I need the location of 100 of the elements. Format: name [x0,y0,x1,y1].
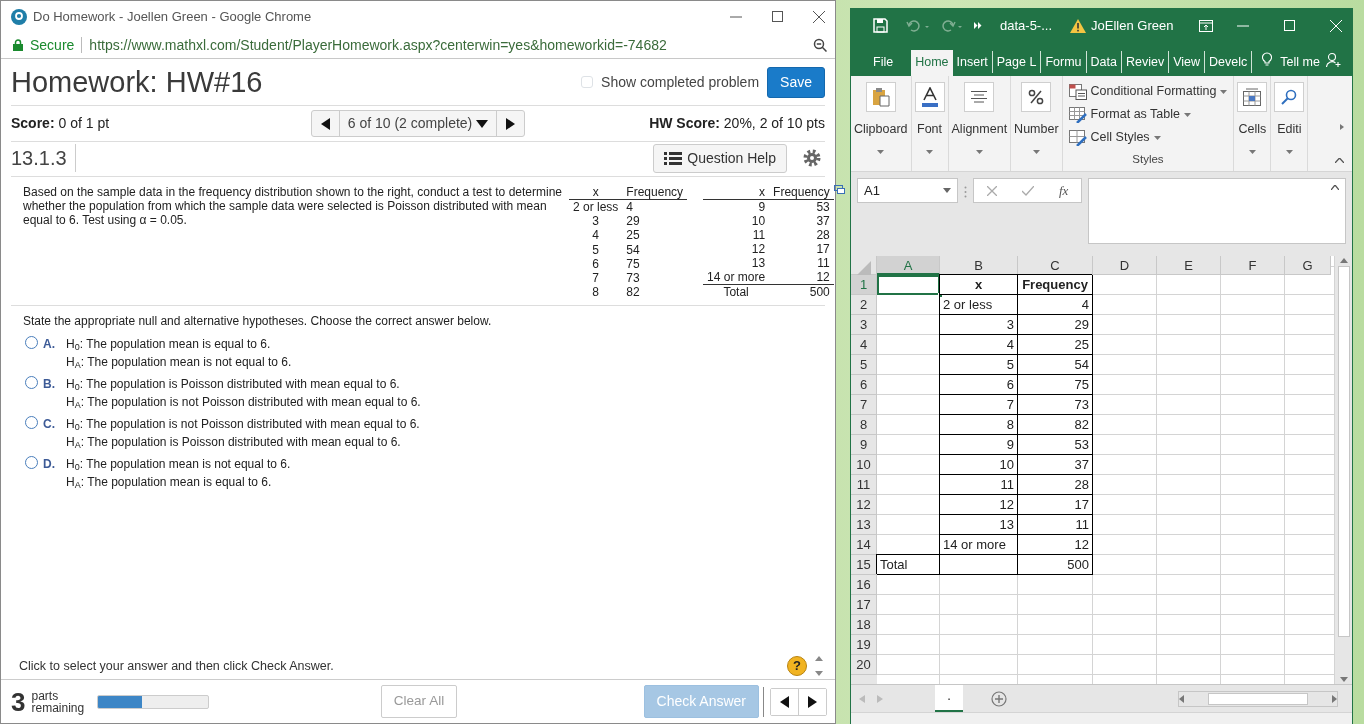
ribbon-command[interactable]: Cell Styles [1090,128,1150,147]
row-header[interactable]: 8 [851,415,877,435]
row-header[interactable]: 10 [851,455,877,475]
ribbon-button[interactable] [964,82,995,112]
question-help-button[interactable]: Question Help [653,143,787,173]
table-cell[interactable] [940,555,1018,575]
radio-button[interactable] [25,456,38,469]
row-header[interactable]: 6 [851,375,877,395]
formula-field[interactable] [1088,178,1346,244]
caret-icon[interactable] [1153,135,1161,140]
scroll-left-icon[interactable] [1179,694,1184,703]
caret-icon[interactable] [1032,150,1040,155]
redo-icon[interactable] [940,19,964,32]
scroll-right-icon[interactable] [1332,694,1337,703]
table-cell[interactable]: 5 [940,355,1018,375]
more-icon[interactable] [974,22,982,29]
ribbon-tab[interactable]: Data [1086,51,1122,73]
ribbon-tab[interactable]: Home [911,50,953,76]
table-cell[interactable]: 75 [1018,375,1093,395]
table-cell[interactable]: 73 [1018,395,1093,415]
column-header[interactable]: D [1093,256,1157,275]
row-header[interactable]: 2 [851,295,877,315]
ribbon-tab[interactable]: View [1169,51,1205,73]
row-header[interactable]: 12 [851,495,877,515]
checkbox-label[interactable]: Show completed problem [601,71,760,93]
scroll-arrows-icon[interactable] [815,655,823,677]
ribbon-button[interactable] [1021,82,1052,112]
ribbon-tab[interactable]: File [851,51,912,73]
ribbon-command[interactable]: Format as Table [1090,105,1180,124]
warning-icon[interactable] [1070,18,1087,33]
table-cell[interactable]: 29 [1018,315,1093,335]
table-cell[interactable]: Total [877,555,940,575]
tell-me-field[interactable]: Tell me [1276,51,1324,73]
next-button[interactable] [798,688,826,715]
name-box[interactable]: A1 [857,178,958,203]
column-header[interactable]: G [1285,256,1331,275]
caret-icon[interactable] [1248,150,1256,155]
radio-button[interactable] [25,336,38,349]
horizontal-scrollbar[interactable] [1178,690,1338,707]
row-header[interactable]: 20 [851,655,877,675]
ribbon-tab[interactable]: Formu [1041,51,1087,73]
ribbon-tab[interactable]: Insert [952,51,993,73]
table-cell[interactable]: 2 or less [940,295,1018,315]
radio-button[interactable] [25,416,38,429]
row-header[interactable]: 17 [851,595,877,615]
option-letter[interactable]: C. [43,415,61,451]
option-letter[interactable]: D. [43,455,61,491]
save-button[interactable]: Save [767,66,825,98]
row-header[interactable]: 16 [851,575,877,595]
row-header[interactable]: 19 [851,635,877,655]
row-header[interactable]: 5 [851,355,877,375]
scroll-down-icon[interactable] [1339,677,1348,682]
row-header[interactable]: 9 [851,435,877,455]
ribbon-button[interactable] [1237,82,1268,112]
table-cell[interactable]: 6 [940,375,1018,395]
ribbon-tab[interactable]: Page L [992,51,1042,73]
check-icon[interactable] [1021,185,1034,196]
group-label[interactable]: Editi [1277,120,1302,139]
ribbon-button[interactable] [914,82,945,112]
row-header[interactable]: 13 [851,515,877,535]
share-person-icon[interactable] [1326,52,1342,68]
row-header[interactable]: 4 [851,335,877,355]
table-cell[interactable]: 3 [940,315,1018,335]
selected-cell[interactable] [877,275,940,295]
column-header[interactable]: A [877,256,940,275]
ribbon-display-icon[interactable] [1199,19,1214,32]
row-header[interactable]: 11 [851,475,877,495]
table-cell[interactable]: 11 [1018,515,1093,535]
table-cell[interactable]: 10 [940,455,1018,475]
table-cell[interactable]: 500 [1018,555,1093,575]
drag-handle-icon[interactable] [964,186,967,198]
table-cell[interactable]: 14 or more [940,535,1018,555]
table-cell[interactable]: 17 [1018,495,1093,515]
zoom-icon[interactable] [813,38,827,52]
table-cell[interactable]: 37 [1018,455,1093,475]
group-label[interactable]: Clipboard [854,120,908,139]
sheet-tab[interactable]: . [935,684,963,713]
maximize-icon[interactable] [772,11,783,22]
save-icon[interactable] [873,18,888,33]
table-cell[interactable]: 4 [940,335,1018,355]
close-icon[interactable] [813,10,825,23]
row-header[interactable]: 3 [851,315,877,335]
ribbon-tab[interactable]: Develc [1205,51,1253,73]
table-cell[interactable]: 25 [1018,335,1093,355]
lightbulb-icon[interactable] [1262,52,1273,67]
ribbon-tab[interactable]: Reviev [1121,51,1170,73]
table-cell[interactable]: 11 [940,475,1018,495]
caret-icon[interactable] [1184,112,1191,117]
table-cell[interactable]: 7 [940,395,1018,415]
group-label[interactable]: Number [1014,120,1059,139]
row-header[interactable]: 14 [851,535,877,555]
table-cell[interactable]: x [940,275,1018,295]
row-header[interactable]: 1 [851,275,877,295]
row-header[interactable]: 7 [851,395,877,415]
minimize-icon[interactable] [730,15,742,18]
table-cell[interactable]: 28 [1018,475,1093,495]
column-header[interactable]: C [1018,256,1093,275]
table-cell[interactable]: 13 [940,515,1018,535]
scroll-up-icon[interactable] [1339,258,1348,263]
caret-icon[interactable] [926,150,933,155]
